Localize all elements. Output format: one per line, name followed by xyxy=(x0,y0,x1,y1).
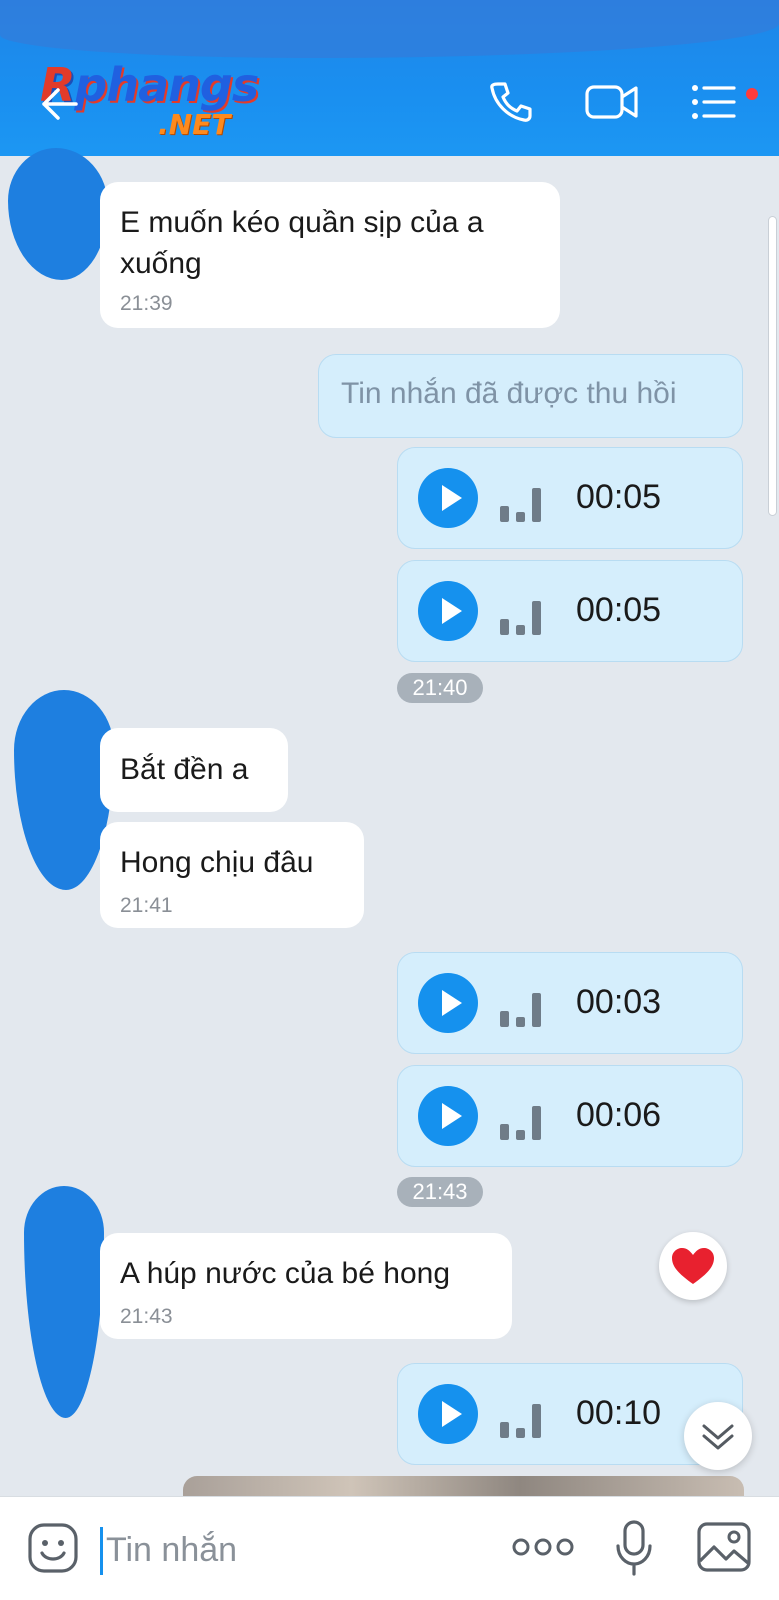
recalled-message-bubble[interactable]: Tin nhắn đã được thu hồi xyxy=(318,354,743,438)
header-redaction-stroke xyxy=(0,0,779,58)
message-input-placeholder: Tin nhắn xyxy=(106,1531,238,1569)
play-icon[interactable] xyxy=(418,1086,478,1146)
message-text: xuống xyxy=(120,247,202,280)
more-icon[interactable] xyxy=(512,1535,574,1559)
voice-duration: 00:05 xyxy=(576,478,662,516)
video-call-icon[interactable] xyxy=(584,78,640,126)
message-bubble-incoming[interactable]: Bắt đền a xyxy=(100,728,288,812)
scrollbar[interactable] xyxy=(768,216,777,516)
avatar[interactable] xyxy=(14,690,114,890)
heart-icon xyxy=(672,1248,714,1284)
phone-icon[interactable] xyxy=(486,78,534,126)
scroll-to-bottom-button[interactable] xyxy=(684,1402,752,1470)
message-text: E muốn kéo quần sịp của a xyxy=(120,206,484,239)
voice-duration: 00:03 xyxy=(576,983,662,1021)
notification-dot xyxy=(746,88,758,100)
voice-message-bubble[interactable]: 00:06 xyxy=(397,1065,743,1167)
message-time: 21:41 xyxy=(120,894,173,917)
double-chevron-down-icon xyxy=(702,1424,734,1450)
message-bubble-incoming[interactable]: A húp nước của bé hong 21:43 xyxy=(100,1233,512,1339)
voice-message-bubble[interactable]: 00:05 xyxy=(397,447,743,549)
audio-bars-icon xyxy=(500,484,544,522)
image-icon[interactable] xyxy=(696,1521,752,1573)
audio-bars-icon xyxy=(500,597,544,635)
play-icon[interactable] xyxy=(418,1384,478,1444)
message-input[interactable]: Tin nhắn xyxy=(100,1527,480,1575)
play-icon[interactable] xyxy=(418,468,478,528)
voice-message-bubble[interactable]: 00:03 xyxy=(397,952,743,1054)
play-icon[interactable] xyxy=(418,581,478,641)
avatar[interactable] xyxy=(24,1186,104,1418)
message-time: 21:39 xyxy=(120,292,173,315)
back-arrow-icon[interactable] xyxy=(40,86,80,122)
message-time: 21:43 xyxy=(120,1305,173,1328)
microphone-icon[interactable] xyxy=(614,1519,654,1577)
avatar[interactable] xyxy=(8,148,108,280)
message-text: Bắt đền a xyxy=(120,753,249,786)
time-separator: 21:40 xyxy=(397,673,483,703)
heart-reaction-button[interactable] xyxy=(659,1232,727,1300)
audio-bars-icon xyxy=(500,989,544,1027)
menu-icon[interactable] xyxy=(690,78,738,126)
voice-duration: 00:05 xyxy=(576,591,662,629)
chat-header: Rphangs .NET xyxy=(0,0,779,156)
message-text: A húp nước của bé hong xyxy=(120,1257,450,1290)
audio-bars-icon xyxy=(500,1400,544,1438)
message-bubble-incoming[interactable]: Hong chịu đâu 21:41 xyxy=(100,822,364,928)
time-separator: 21:43 xyxy=(397,1177,483,1207)
message-text: Hong chịu đâu xyxy=(120,846,314,879)
voice-duration: 00:10 xyxy=(576,1394,662,1432)
voice-duration: 00:06 xyxy=(576,1096,662,1134)
recalled-message-text: Tin nhắn đã được thu hồi xyxy=(341,377,677,410)
message-composer: Tin nhắn xyxy=(0,1496,779,1600)
voice-message-bubble[interactable]: 00:05 xyxy=(397,560,743,662)
play-icon[interactable] xyxy=(418,973,478,1033)
message-bubble-incoming[interactable]: E muốn kéo quần sịp của a xuống 21:39 xyxy=(100,182,560,328)
audio-bars-icon xyxy=(500,1102,544,1140)
text-cursor xyxy=(100,1527,103,1575)
sticker-icon[interactable] xyxy=(26,1521,80,1575)
